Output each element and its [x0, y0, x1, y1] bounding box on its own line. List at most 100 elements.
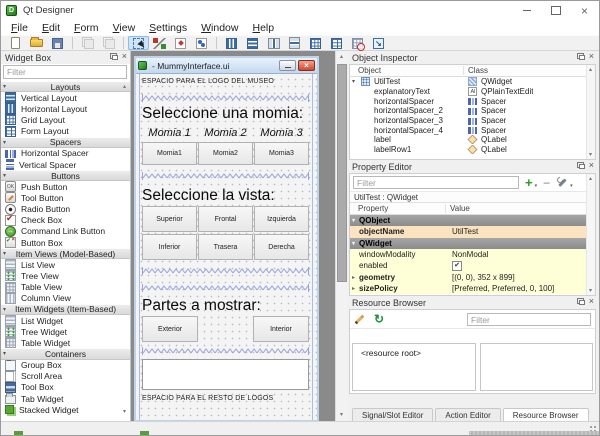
scroll-down-icon[interactable]: ▾: [123, 409, 126, 415]
menu-item[interactable]: Edit: [35, 21, 67, 35]
horizontal-spacer[interactable]: [142, 284, 309, 292]
object-row[interactable]: horizontalSpacer Spacer: [350, 96, 595, 106]
float-panel-icon[interactable]: [577, 53, 584, 59]
expander-icon[interactable]: ▸: [350, 285, 359, 292]
widget-box-row[interactable]: ▾ Item Views (Model-Based): [1, 248, 130, 259]
menu-item[interactable]: View: [106, 21, 143, 35]
widget-box-row[interactable]: ▾ Command Link Button: [1, 226, 130, 237]
toolbar-button[interactable]: [216, 37, 217, 49]
widget-box-row[interactable]: ▾ Tree Widget: [1, 326, 130, 337]
property-row[interactable]: ▸ sizePolicy [Preferred, Preferred, 0, 1…: [350, 283, 595, 294]
scroll-up-icon[interactable]: ▴: [340, 54, 343, 60]
resource-detail-pane[interactable]: [480, 343, 593, 391]
toolbar-button[interactable]: [221, 36, 242, 50]
close-panel-icon[interactable]: ×: [589, 162, 594, 168]
object-row[interactable]: horizontalSpacer_4 Spacer: [350, 125, 595, 135]
view-button[interactable]: Izquierda: [254, 206, 309, 232]
expander-icon[interactable]: ▾: [350, 217, 359, 224]
toolbar-button[interactable]: [149, 36, 170, 50]
mummy-button[interactable]: Momia2: [198, 142, 253, 165]
property-filter-input[interactable]: [353, 176, 519, 189]
scrollbar-thumb[interactable]: [337, 64, 347, 282]
expander-icon[interactable]: ▾: [352, 78, 361, 85]
object-row[interactable]: explanatoryText QPlainTextEdit: [350, 87, 595, 97]
toolbar-button[interactable]: [347, 36, 368, 50]
close-panel-icon[interactable]: ×: [589, 298, 594, 304]
explanatory-text-edit[interactable]: [142, 359, 309, 390]
toolbar-button[interactable]: [98, 36, 119, 50]
resource-filter-input[interactable]: [467, 313, 591, 326]
add-property-icon[interactable]: +: [525, 178, 533, 188]
column-object[interactable]: Object: [350, 66, 464, 75]
mummy-button[interactable]: Momia1: [142, 142, 197, 165]
float-panel-icon[interactable]: [577, 298, 584, 304]
widget-box-row[interactable]: ▾ Item Widgets (Item-Based): [1, 304, 130, 315]
scroll-down-icon[interactable]: ▾: [340, 412, 343, 418]
view-button[interactable]: Inferior: [142, 234, 197, 260]
form-canvas[interactable]: ESPACIO PARA EL LOGO DEL MUSEO Seleccion…: [136, 74, 317, 420]
widget-box-row[interactable]: ▾ Layouts: [1, 81, 130, 92]
widget-box-row[interactable]: ▾ Buttons: [1, 170, 130, 181]
form-title-bar[interactable]: - MummyInterface.ui ×: [136, 58, 317, 74]
menu-item[interactable]: Settings: [142, 21, 194, 35]
menu-item[interactable]: Window: [194, 21, 245, 35]
menu-item[interactable]: File: [4, 21, 35, 35]
widget-box-row[interactable]: ▾ Horizontal Spacer: [1, 148, 130, 159]
property-row[interactable]: enabled: [350, 260, 595, 271]
widget-box-row[interactable]: ▾ Spacers: [1, 137, 130, 148]
widget-box-row[interactable]: ▾ Column View: [1, 293, 130, 304]
mummy-label[interactable]: Momia 2: [198, 127, 253, 139]
property-row[interactable]: ▾ QWidget: [350, 238, 595, 249]
property-editor-scrollbar[interactable]: ▴ ▾: [586, 174, 595, 295]
widget-box-row[interactable]: ▾ Table View: [1, 282, 130, 293]
mummy-button[interactable]: Momia3: [254, 142, 309, 165]
mummy-label[interactable]: Momia 1: [142, 127, 197, 139]
scroll-up-icon[interactable]: ▴: [589, 175, 592, 182]
part-button[interactable]: Exterior: [142, 316, 198, 342]
mummy-label[interactable]: Momia 3: [254, 127, 309, 139]
object-row[interactable]: horizontalSpacer_3 Spacer: [350, 116, 595, 126]
widget-box-row[interactable]: ▾ Containers: [1, 348, 130, 359]
toolbar-button[interactable]: [123, 37, 124, 49]
toolbar-button[interactable]: [263, 36, 284, 50]
maximize-button[interactable]: [541, 1, 570, 20]
widget-box-row[interactable]: ▾ Group Box: [1, 360, 130, 371]
toolbar-button[interactable]: [26, 36, 47, 50]
object-row[interactable]: labelRow1 QLabel: [350, 145, 595, 155]
widget-box-row[interactable]: ▾ Check Box: [1, 215, 130, 226]
widget-box-row[interactable]: ▾ List View: [1, 259, 130, 270]
view-button[interactable]: Frontal: [198, 206, 253, 232]
property-row[interactable]: windowModality NonModal: [350, 249, 595, 260]
widget-box-row[interactable]: ▾ Horizontal Layout: [1, 103, 130, 114]
remove-property-icon[interactable]: −: [543, 178, 550, 188]
widget-box-row[interactable]: ▾ List Widget: [1, 315, 130, 326]
mdi-vertical-scrollbar[interactable]: ▴ ▾: [335, 51, 348, 421]
expander-icon[interactable]: ▾: [350, 240, 359, 247]
column-property[interactable]: Property: [350, 204, 446, 213]
toolbar-button[interactable]: [368, 36, 389, 50]
widget-box-row[interactable]: ▾ Tool Box: [1, 382, 130, 393]
toolbar-button[interactable]: [47, 36, 68, 50]
object-row[interactable]: label QLabel: [350, 135, 595, 145]
scroll-down-icon[interactable]: ▾: [589, 151, 592, 158]
view-button[interactable]: Derecha: [254, 234, 309, 260]
property-row[interactable]: ▾ QObject: [350, 215, 595, 226]
menu-item[interactable]: Form: [67, 21, 106, 35]
logos-space-label[interactable]: ESPACIO PARA EL RESTO DE LOGOS: [142, 395, 309, 402]
widget-box-row[interactable]: ▾ Scroll Area: [1, 371, 130, 382]
object-row[interactable]: horizontalSpacer_2 Spacer: [350, 106, 595, 116]
toolbar-button[interactable]: [72, 37, 73, 49]
object-row[interactable]: ▾ UtilTest QWidget: [350, 77, 595, 87]
widget-box-row[interactable]: ▾ Radio Button: [1, 204, 130, 215]
widget-box-row[interactable]: ▾ Tree View: [1, 270, 130, 281]
object-inspector-scrollbar[interactable]: ▴ ▾: [586, 65, 595, 159]
toolbar-button[interactable]: [5, 36, 26, 50]
toolbar-button[interactable]: [128, 36, 149, 50]
toolbar-button[interactable]: [242, 36, 263, 50]
property-row[interactable]: objectName UtilTest: [350, 226, 595, 237]
scroll-up-icon[interactable]: ▴: [589, 66, 592, 73]
configure-icon[interactable]: [556, 177, 568, 189]
scroll-up-icon[interactable]: ▴: [123, 84, 126, 90]
close-button[interactable]: [570, 1, 599, 20]
horizontal-spacer[interactable]: [142, 267, 309, 275]
